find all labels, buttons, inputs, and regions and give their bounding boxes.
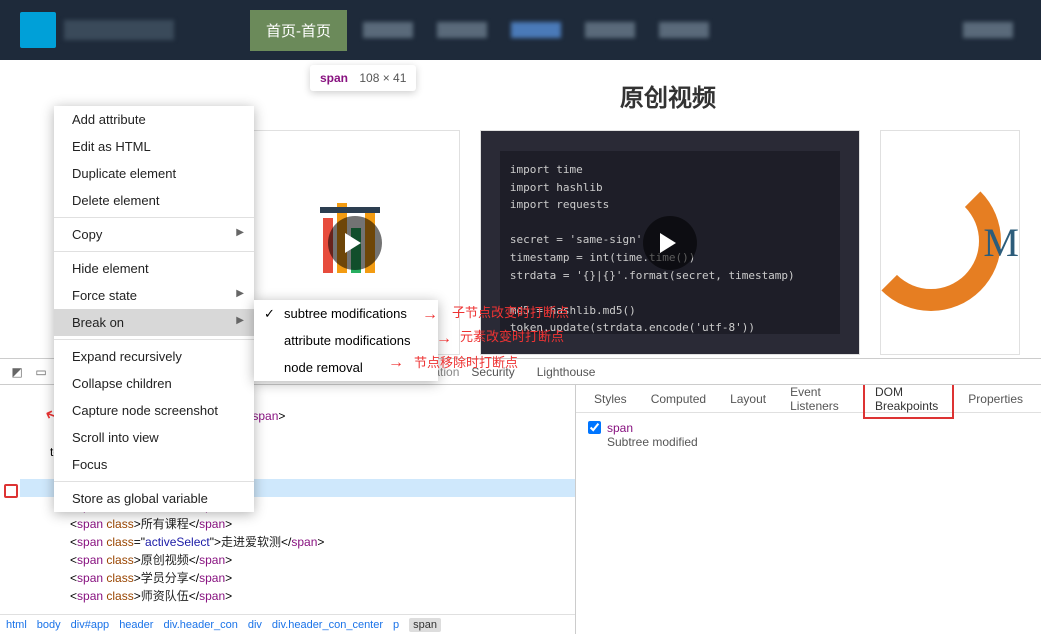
ctx-edit-html[interactable]: Edit as HTML	[54, 133, 254, 160]
annotation-removal: 节点移除时打断点	[414, 352, 518, 371]
subtab-layout[interactable]: Layout	[720, 388, 776, 410]
logo-area	[20, 12, 174, 48]
breakpoint-element: span	[607, 421, 698, 435]
tooltip-dimensions: 108 × 41	[359, 71, 406, 85]
ctx-scroll[interactable]: Scroll into view	[54, 424, 254, 451]
sub-removal[interactable]: node removal	[254, 354, 438, 381]
page-heading: 原创视频	[620, 78, 716, 113]
nav-item-blurred[interactable]	[659, 22, 709, 38]
subtab-computed[interactable]: Computed	[641, 388, 716, 410]
breadcrumb-item[interactable]: body	[37, 619, 61, 631]
break-on-submenu: ✓subtree modifications attribute modific…	[254, 300, 438, 381]
dom-node[interactable]: <span class>师资队伍</span>	[20, 587, 575, 605]
breadcrumb-item[interactable]: div	[248, 619, 262, 631]
ctx-focus[interactable]: Focus	[54, 451, 254, 478]
element-inspector-tooltip: span 108 × 41	[310, 65, 416, 91]
breadcrumb-item[interactable]: span	[409, 618, 441, 632]
sidebar-panel: Styles Computed Layout Event Listeners D…	[576, 385, 1041, 634]
dom-node[interactable]: <span class>所有课程</span>	[20, 515, 575, 533]
breadcrumb-item[interactable]: div#app	[71, 619, 110, 631]
video-card-my[interactable]: My	[880, 130, 1020, 355]
nav-item-blurred[interactable]	[585, 22, 635, 38]
tab-lighthouse[interactable]: Lighthouse	[527, 361, 606, 383]
ctx-copy[interactable]: Copy▶	[54, 221, 254, 248]
sidebar-tabs: Styles Computed Layout Event Listeners D…	[576, 385, 1041, 413]
ctx-duplicate[interactable]: Duplicate element	[54, 160, 254, 187]
subtab-styles[interactable]: Styles	[584, 388, 637, 410]
breadcrumb-item[interactable]: html	[6, 619, 27, 631]
ctx-delete[interactable]: Delete element	[54, 187, 254, 214]
video-card-code[interactable]: import time import hashlib import reques…	[480, 130, 860, 355]
annotation-attribute: 元素改变时打断点	[460, 326, 564, 345]
breakpoint-description: Subtree modified	[607, 435, 698, 449]
inspect-icon[interactable]: ◩	[9, 364, 25, 380]
sub-subtree[interactable]: ✓subtree modifications	[254, 300, 438, 327]
ctx-expand[interactable]: Expand recursively	[54, 343, 254, 370]
nav-home-highlighted[interactable]: 首页-首页	[250, 10, 347, 51]
chevron-right-icon: ▶	[236, 227, 244, 238]
check-icon: ✓	[264, 306, 275, 322]
site-name-blurred	[64, 20, 174, 40]
dom-breadcrumb[interactable]: html body div#app header div.header_con divdi…	[0, 614, 575, 634]
site-logo[interactable]	[20, 12, 56, 48]
annotation-subtree: 子节点改变时打断点	[452, 302, 569, 321]
chevron-right-icon: ▶	[236, 315, 244, 326]
breadcrumb-item[interactable]: div.header_con_center	[272, 619, 383, 631]
dom-node[interactable]: <span class="activeSelect">走进爱软测</span>	[20, 533, 575, 551]
breakpoint-row[interactable]: span Subtree modified	[588, 421, 1029, 449]
ctx-capture[interactable]: Capture node screenshot	[54, 397, 254, 424]
tooltip-tag: span	[320, 71, 348, 85]
my-text: My	[983, 219, 1020, 266]
nav-item-blurred[interactable]	[437, 22, 487, 38]
dom-node[interactable]: <span class>学员分享</span>	[20, 569, 575, 587]
dom-breakpoints-panel: span Subtree modified ↖	[576, 413, 1041, 457]
nav-item-blurred-active[interactable]	[511, 22, 561, 38]
nav-item-blurred[interactable]	[363, 22, 413, 38]
annotation-arrow-icon: →	[436, 330, 452, 348]
breadcrumb-item[interactable]: header	[119, 619, 153, 631]
subtab-event-listeners[interactable]: Event Listeners	[780, 385, 859, 417]
top-navbar: 首页-首页	[0, 0, 1041, 60]
ctx-force-state[interactable]: Force state▶	[54, 282, 254, 309]
ctx-hide[interactable]: Hide element	[54, 255, 254, 282]
annotation-arrow-icon: →	[388, 354, 404, 372]
sub-attribute[interactable]: attribute modifications	[254, 327, 438, 354]
nav-item-blurred[interactable]	[963, 22, 1013, 38]
ctx-store[interactable]: Store as global variable	[54, 485, 254, 512]
breadcrumb-item[interactable]: p	[393, 619, 399, 631]
ctx-collapse[interactable]: Collapse children	[54, 370, 254, 397]
dom-node[interactable]: <span class>原创视频</span>	[20, 551, 575, 569]
breakpoint-checkbox[interactable]	[588, 421, 601, 434]
chevron-right-icon: ▶	[236, 288, 244, 299]
breakpoint-indicator-box	[4, 484, 18, 498]
play-icon[interactable]	[328, 216, 382, 270]
device-icon[interactable]: ▭	[33, 364, 49, 380]
ctx-break-on[interactable]: Break on▶	[54, 309, 254, 336]
subtab-properties[interactable]: Properties	[958, 388, 1033, 410]
ctx-add-attribute[interactable]: Add attribute	[54, 106, 254, 133]
breadcrumb-item[interactable]: div.header_con	[163, 619, 237, 631]
play-icon[interactable]	[643, 216, 697, 270]
annotation-arrow-icon: →	[422, 306, 438, 324]
context-menu: Add attribute Edit as HTML Duplicate ele…	[54, 106, 254, 512]
